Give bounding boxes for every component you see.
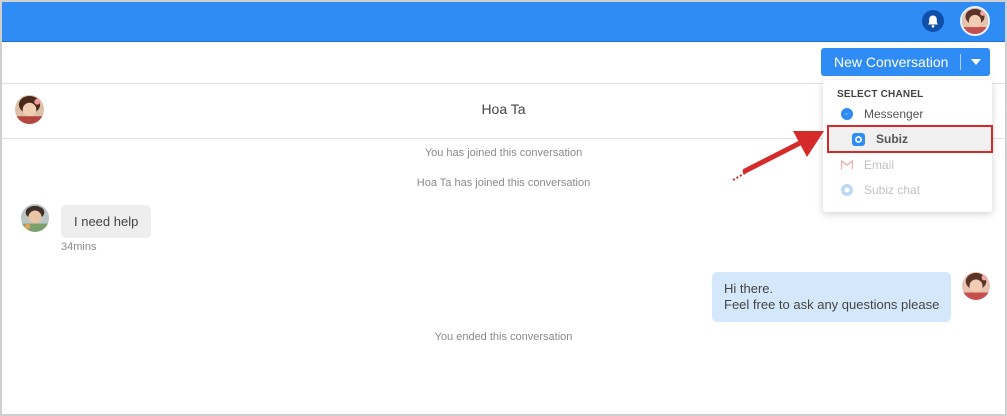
contact-message-avatar — [21, 204, 49, 232]
channel-label: Subiz — [876, 132, 908, 146]
new-conversation-label[interactable]: New Conversation — [821, 54, 960, 70]
select-channel-dropdown: SELECT CHANEL Messenger Subiz Email Subi… — [823, 80, 993, 212]
subiz-chat-icon — [840, 184, 853, 197]
gmail-icon — [840, 159, 853, 172]
app-window: New Conversation Hoa Ta You has joined t… — [0, 0, 1007, 416]
channel-option-email[interactable]: Email — [823, 153, 992, 177]
channel-label: Subiz chat — [864, 183, 921, 197]
channel-option-subiz[interactable]: Subiz — [827, 125, 993, 153]
agent-message-avatar — [962, 272, 990, 300]
new-conversation-button[interactable]: New Conversation — [821, 48, 990, 76]
caret-down-icon[interactable] — [961, 59, 990, 65]
subiz-icon — [852, 132, 865, 146]
system-message: You ended this conversation — [434, 331, 573, 343]
dropdown-heading: SELECT CHANEL — [837, 89, 924, 100]
channel-option-messenger[interactable]: Messenger — [823, 102, 992, 126]
channel-label: Email — [864, 158, 895, 172]
channel-label: Messenger — [864, 107, 924, 121]
incoming-message-bubble: I need help — [61, 205, 152, 238]
annotation-arrow — [732, 131, 824, 181]
outgoing-message-line: Hi there. — [724, 281, 774, 296]
outgoing-message-line: Feel free to ask any questions please — [724, 297, 940, 312]
channel-option-subiz-chat[interactable]: Subiz chat — [823, 178, 992, 202]
conversation-toolbar: New Conversation — [2, 42, 1005, 84]
message-timestamp: 34mins — [61, 241, 97, 253]
messenger-icon — [840, 108, 853, 121]
bell-icon[interactable] — [922, 10, 944, 32]
outgoing-message-bubble: Hi there. Feel free to ask any questions… — [712, 272, 951, 322]
user-avatar[interactable] — [960, 6, 990, 36]
top-navigation-bar — [2, 2, 1005, 42]
